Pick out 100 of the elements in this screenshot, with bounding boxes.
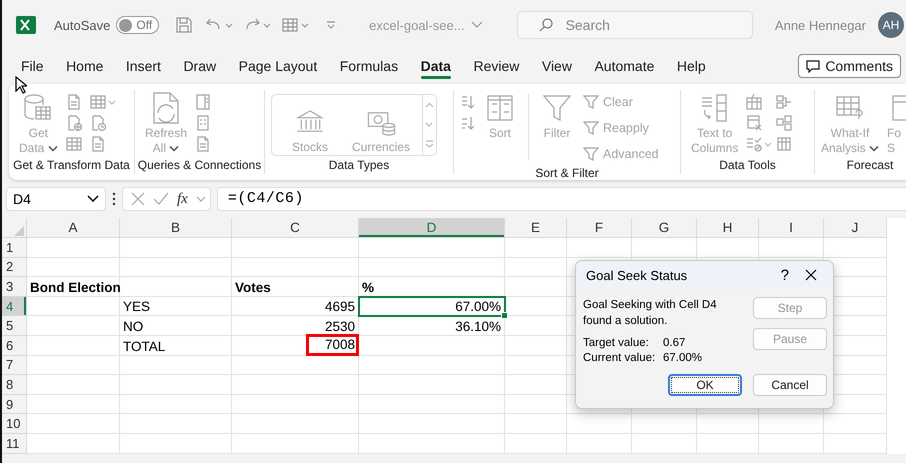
empty-cell[interactable] xyxy=(505,316,567,336)
empty-cell[interactable] xyxy=(505,434,567,454)
column-header[interactable]: E xyxy=(505,218,567,238)
table-cell[interactable]: Votes xyxy=(232,277,359,297)
menu-tab[interactable]: View xyxy=(530,53,583,79)
relationships-icon[interactable] xyxy=(776,115,792,131)
flash-fill-icon[interactable] xyxy=(746,94,762,110)
table-cell[interactable]: NO xyxy=(120,316,232,336)
empty-cell[interactable] xyxy=(567,238,632,258)
column-header[interactable]: I xyxy=(759,218,824,238)
empty-cell[interactable] xyxy=(359,434,505,454)
document-icon[interactable] xyxy=(90,136,106,152)
name-box[interactable]: D4 xyxy=(6,187,106,211)
clock-document-icon[interactable] xyxy=(90,115,106,131)
empty-cell[interactable] xyxy=(632,414,697,434)
empty-cell[interactable] xyxy=(505,296,567,316)
table-cell[interactable]: YES xyxy=(120,296,232,316)
empty-cell[interactable] xyxy=(232,375,359,395)
empty-cell[interactable] xyxy=(359,258,505,278)
row-header[interactable]: 9 xyxy=(2,394,27,414)
dialog-button[interactable]: OK xyxy=(668,374,742,396)
menu-tab[interactable]: Draw xyxy=(172,53,228,79)
data-model-icon[interactable] xyxy=(776,136,792,152)
menu-tab[interactable]: File xyxy=(10,53,55,79)
table-cell[interactable]: % xyxy=(359,277,505,297)
empty-cell[interactable] xyxy=(505,277,567,297)
empty-cell[interactable] xyxy=(359,375,505,395)
consolidate-icon[interactable] xyxy=(776,94,792,110)
empty-cell[interactable] xyxy=(505,258,567,278)
scroll-down-icon[interactable] xyxy=(425,120,434,127)
document-icon[interactable] xyxy=(195,136,212,152)
save-icon[interactable] xyxy=(175,16,194,34)
empty-cell[interactable] xyxy=(232,238,359,258)
empty-cell[interactable] xyxy=(505,394,567,414)
chevron-down-icon[interactable] xyxy=(87,195,99,203)
empty-cell[interactable] xyxy=(120,394,232,414)
column-header[interactable]: B xyxy=(120,218,232,238)
empty-cell[interactable] xyxy=(232,434,359,454)
empty-cell[interactable] xyxy=(697,238,759,258)
empty-cell[interactable] xyxy=(824,434,887,454)
empty-cell[interactable] xyxy=(759,238,824,258)
empty-cell[interactable] xyxy=(120,238,232,258)
panel-icon[interactable] xyxy=(195,94,212,110)
menu-tab[interactable]: Review xyxy=(462,53,530,79)
select-all-icon[interactable] xyxy=(14,226,24,236)
row-header[interactable]: 7 xyxy=(2,356,27,376)
comments-button[interactable]: Comments xyxy=(798,54,901,78)
empty-cell[interactable] xyxy=(359,414,505,434)
empty-cell[interactable] xyxy=(232,414,359,434)
row-header[interactable]: 6 xyxy=(2,336,27,356)
table-cell[interactable]: 67.00% xyxy=(359,296,505,316)
table-cell[interactable]: TOTAL xyxy=(120,336,232,356)
empty-cell[interactable] xyxy=(232,394,359,414)
table-cell[interactable]: Bond Election xyxy=(27,277,120,297)
empty-cell[interactable] xyxy=(632,434,697,454)
empty-cell[interactable] xyxy=(505,336,567,356)
scroll-up-icon[interactable] xyxy=(425,102,434,108)
empty-cell[interactable] xyxy=(359,394,505,414)
empty-cell[interactable] xyxy=(120,414,232,434)
row-header[interactable]: 3 xyxy=(2,277,27,297)
empty-cell[interactable] xyxy=(359,238,505,258)
row-header[interactable]: 10 xyxy=(2,414,27,434)
column-header[interactable]: G xyxy=(632,218,697,238)
empty-cell[interactable] xyxy=(824,238,887,258)
menu-tab[interactable]: Formulas xyxy=(328,53,410,79)
formula-field[interactable]: =(C4/C6) xyxy=(216,187,906,211)
empty-cell[interactable] xyxy=(120,277,232,297)
column-header[interactable]: A xyxy=(27,218,120,238)
empty-cell[interactable] xyxy=(232,356,359,376)
remove-rows-icon[interactable] xyxy=(746,115,762,131)
empty-cell[interactable] xyxy=(567,434,632,454)
empty-cell[interactable] xyxy=(632,238,697,258)
menu-tab[interactable]: Automate xyxy=(583,53,666,79)
empty-cell[interactable] xyxy=(505,356,567,376)
help-button[interactable]: ? xyxy=(764,266,805,284)
expand-icon[interactable] xyxy=(425,140,434,148)
menu-tab[interactable]: Page Layout xyxy=(228,53,328,79)
sort-ascending-icon[interactable] xyxy=(460,94,476,110)
document-icon[interactable] xyxy=(66,94,82,110)
empty-cell[interactable] xyxy=(505,375,567,395)
table-cell[interactable]: 7008 xyxy=(232,336,359,356)
menu-tab[interactable]: Insert xyxy=(114,53,172,79)
empty-cell[interactable] xyxy=(120,258,232,278)
search-field[interactable]: Search xyxy=(516,11,753,39)
empty-cell[interactable] xyxy=(567,414,632,434)
row-header[interactable]: 2 xyxy=(2,258,27,278)
close-icon[interactable] xyxy=(805,269,817,281)
empty-cell[interactable] xyxy=(697,414,759,434)
validation-icon[interactable] xyxy=(746,136,762,152)
column-header[interactable]: F xyxy=(567,218,632,238)
empty-cell[interactable] xyxy=(120,375,232,395)
column-header[interactable]: H xyxy=(697,218,759,238)
cancel-icon[interactable] xyxy=(131,192,145,206)
row-header[interactable]: 8 xyxy=(2,375,27,395)
menu-tab[interactable]: Data xyxy=(410,53,462,79)
column-header[interactable]: C xyxy=(232,218,359,238)
spreadsheet-logo-icon[interactable] xyxy=(16,15,36,35)
menu-tab[interactable]: Help xyxy=(666,53,717,79)
empty-cell[interactable] xyxy=(120,434,232,454)
sort-descending-icon[interactable] xyxy=(460,115,476,131)
